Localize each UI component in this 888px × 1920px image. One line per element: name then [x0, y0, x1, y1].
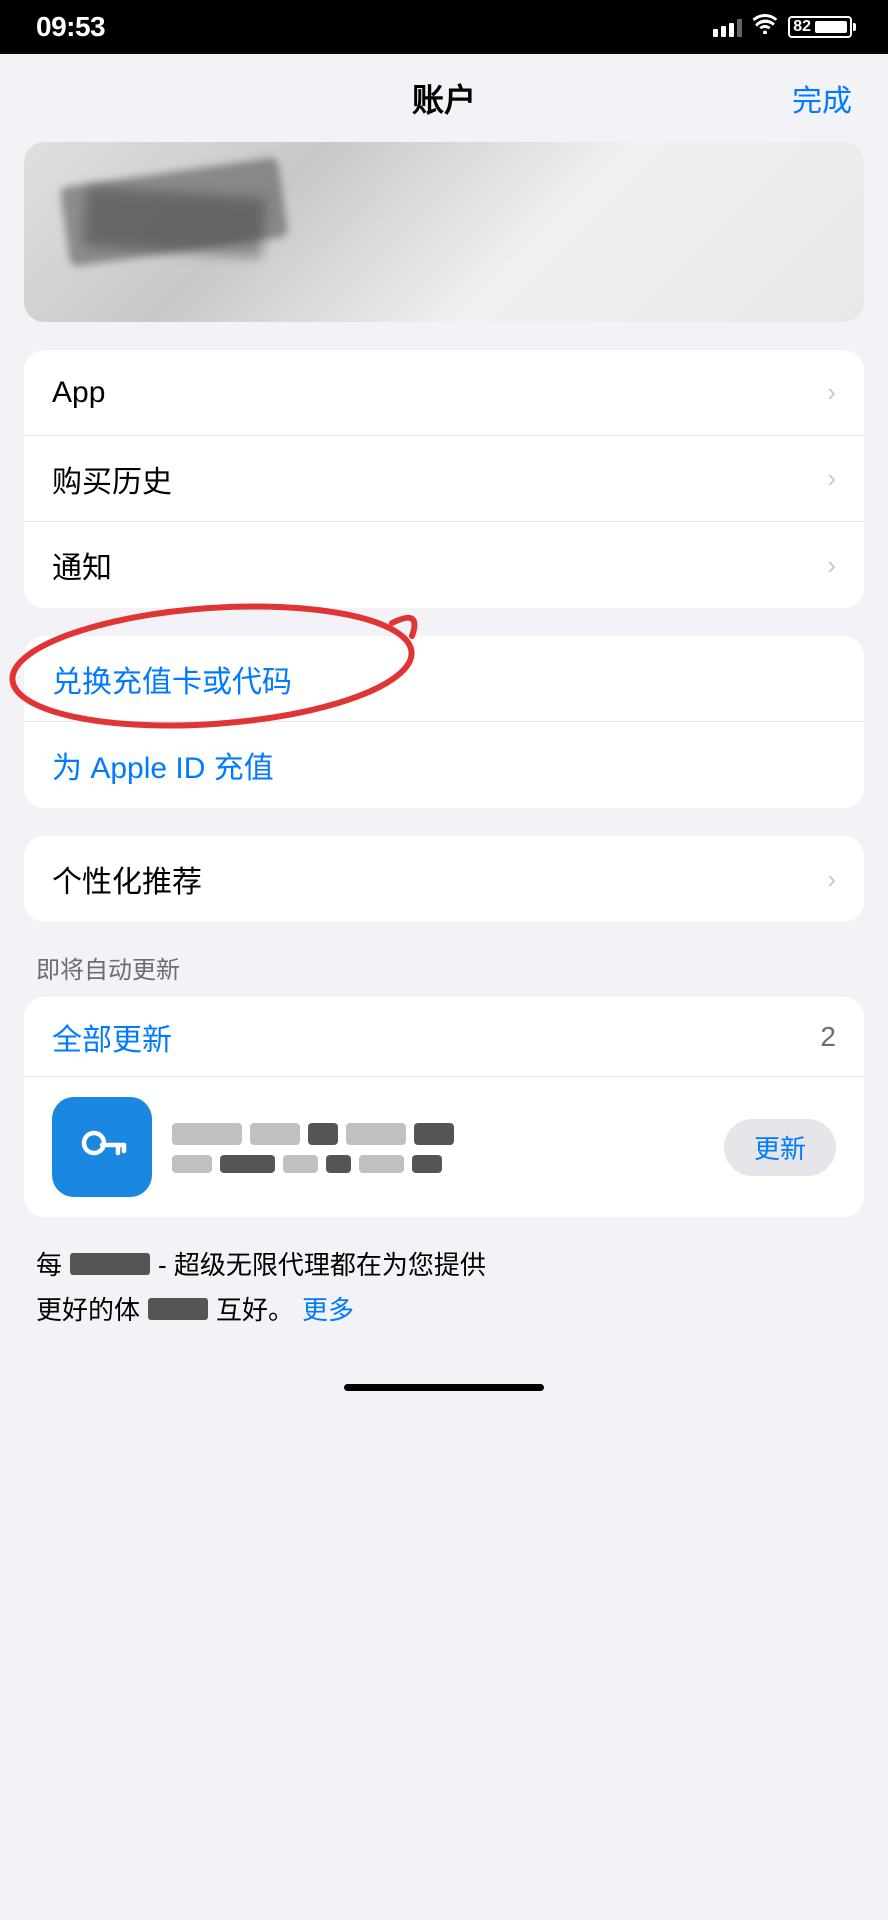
topup-label: 为 Apple ID 充值 [52, 743, 274, 787]
update-button[interactable]: 更新 [724, 1119, 836, 1176]
menu-item-purchase-history[interactable]: 购买历史 › [24, 436, 864, 522]
update-all-label: 全部更新 [52, 1015, 172, 1059]
desc-prefix: 每 [36, 1245, 62, 1282]
blur-2 [148, 1298, 208, 1320]
profile-blur [24, 142, 864, 322]
app-description: 每 - 超级无限代理都在为您提供 更好的体 互好。 更多 [0, 1237, 888, 1347]
menu-item-purchase-label: 购买历史 [52, 457, 172, 501]
desc-line2-prefix: 更好的体 [36, 1290, 140, 1327]
personalized-item[interactable]: 个性化推荐 › [24, 836, 864, 922]
update-section: 全部更新 2 [24, 997, 864, 1217]
redeem-button[interactable]: 兑换充值卡或代码 [24, 636, 864, 722]
app-update-row: 更新 [24, 1077, 864, 1217]
menu-item-app[interactable]: App › [24, 350, 864, 436]
desc-line-1: 每 - 超级无限代理都在为您提供 [36, 1245, 852, 1282]
home-indicator [344, 1384, 544, 1391]
blur-1 [70, 1253, 150, 1275]
app-name-blurred [172, 1121, 704, 1147]
chevron-icon: › [827, 377, 836, 408]
personalized-label: 个性化推荐 [52, 857, 202, 901]
status-icons: 82 [713, 14, 852, 40]
chevron-icon: › [827, 463, 836, 494]
menu-section-1: App › 购买历史 › 通知 › [24, 350, 864, 608]
bottom-bar [0, 1357, 888, 1417]
chevron-icon: › [827, 550, 836, 581]
menu-item-notifications-label: 通知 [52, 543, 112, 587]
update-all-row[interactable]: 全部更新 2 [24, 997, 864, 1077]
page-title: 账户 [412, 75, 476, 121]
more-link[interactable]: 更多 [302, 1290, 354, 1327]
desc-line2-suffix: 互好。 [216, 1290, 294, 1327]
topup-button[interactable]: 为 Apple ID 充值 [24, 722, 864, 808]
menu-item-app-label: App [52, 376, 105, 410]
app-info [172, 1121, 704, 1173]
desc-mid: - 超级无限代理都在为您提供 [158, 1245, 486, 1282]
status-time: 09:53 [36, 11, 105, 43]
desc-line-2: 更好的体 互好。 更多 [36, 1290, 852, 1327]
auto-update-section-label: 即将自动更新 [36, 950, 852, 985]
redeem-section: 兑换充值卡或代码 为 Apple ID 充值 [24, 636, 864, 808]
chevron-icon: › [827, 864, 836, 895]
menu-item-notifications[interactable]: 通知 › [24, 522, 864, 608]
redeem-label: 兑换充值卡或代码 [52, 657, 292, 701]
nav-bar: 账户 完成 [0, 54, 888, 142]
done-button[interactable]: 完成 [792, 76, 852, 120]
update-all-count: 2 [820, 1021, 836, 1053]
profile-section[interactable] [24, 142, 864, 322]
personalized-section: 个性化推荐 › [24, 836, 864, 922]
app-desc-blurred [172, 1155, 704, 1173]
battery-icon: 82 [788, 16, 852, 38]
app-icon [52, 1097, 152, 1197]
wifi-icon [752, 14, 778, 40]
status-bar: 09:53 82 [0, 0, 888, 54]
signal-icon [713, 17, 742, 37]
